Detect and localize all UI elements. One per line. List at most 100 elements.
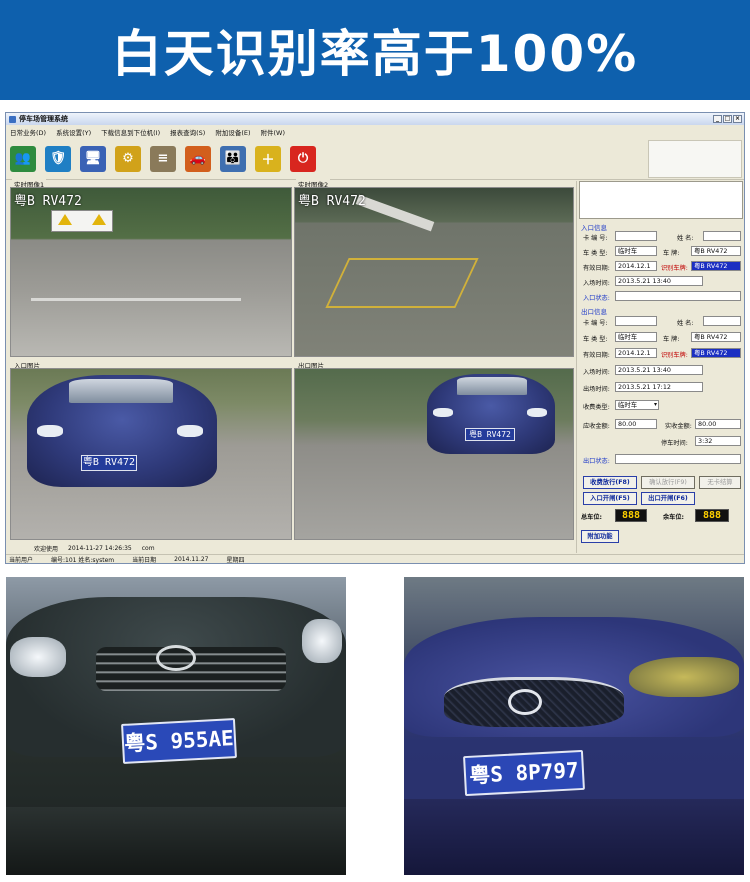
menu-download[interactable]: 下载信息到下位机(I) (101, 127, 160, 137)
promo-banner: 白天识别率高于100% (0, 0, 750, 100)
toyota-logo (156, 645, 196, 671)
parking-duration-field[interactable]: 3:32 (695, 436, 741, 446)
toolbar-blank-panel (648, 139, 742, 178)
entry-time-field[interactable]: 2013.5.21 13:40 (615, 276, 703, 286)
live-camera-2[interactable]: 粤B RV472 (294, 187, 574, 357)
exit-time-field[interactable]: 2013.5.21 17:12 (615, 382, 703, 392)
entry-name-label: 姓 名: (677, 235, 694, 242)
entry-open-gate-button[interactable]: 入口开闸(F5) (583, 492, 637, 505)
entry-recognized-plate-label: 识别车牌: (661, 265, 688, 272)
paid-amount-label: 实收金额: (665, 423, 692, 430)
entry-recognized-plate-field[interactable]: 粤B RV472 (691, 261, 741, 271)
close-button[interactable]: × (733, 115, 742, 123)
exit-name-label: 姓 名: (677, 320, 694, 327)
entry-card-no-label: 卡 编 号: (583, 235, 608, 242)
live-camera-1-plate: 粤B RV472 (14, 194, 82, 209)
entry-car-type-field[interactable]: 临时车 (615, 246, 657, 256)
entry-time-label: 入场时间: (583, 280, 610, 287)
right-headlight (302, 619, 342, 663)
fee-type-select[interactable]: 临时车 ▾ (615, 400, 659, 410)
current-user-label: 当前用户 (9, 556, 34, 564)
entry-image[interactable]: 粤B RV472 (10, 368, 292, 540)
due-amount-label: 应收金额: (583, 423, 610, 430)
exit-status-field[interactable] (615, 454, 741, 464)
left-headlight (10, 637, 66, 677)
exit-name-field[interactable] (703, 316, 741, 326)
entry-name-field[interactable] (703, 231, 741, 241)
exit-open-gate-button[interactable]: 出口开闸(F6) (641, 492, 695, 505)
monitor-icon[interactable]: 🖥 (80, 145, 106, 172)
exit-car-type-field[interactable]: 临时车 (615, 332, 657, 342)
toyota-photo: 粤S 955AE (6, 577, 346, 875)
exit-time-label: 出场时间: (583, 386, 610, 393)
entry-plate-field[interactable]: 粤B RV472 (691, 246, 741, 256)
status-bar-top: 欢迎使用 2014-11-27 14:26:35 com (6, 544, 576, 553)
entry-car: 粤B RV472 (27, 375, 217, 487)
welcome-text: 欢迎使用 (34, 546, 59, 553)
total-spaces-display: 888 (615, 509, 647, 522)
due-amount-field[interactable]: 80.00 (615, 419, 657, 429)
exit-car: 粤B RV472 (427, 374, 555, 454)
mazda-photo: 粤S 8P797 (404, 577, 744, 875)
exit-entry-time-field[interactable]: 2013.5.21 13:40 (615, 365, 703, 375)
exit-card-no-field[interactable] (615, 316, 657, 326)
entry-status-field[interactable] (615, 291, 741, 301)
menu-attachments[interactable]: 附件(W) (261, 127, 286, 137)
car-icon[interactable]: 🚗 (185, 145, 211, 172)
database-icon[interactable]: ≡ (150, 145, 176, 172)
title-bar: 停车场管理系统 _ □ × (6, 113, 744, 125)
status-bar-bottom: 当前用户 编号:101 姓名:system 当前日期 2014.11.27 星期… (6, 554, 744, 564)
entry-car-type-label: 车 类 型: (583, 250, 608, 257)
group-icon[interactable]: 👪 (220, 145, 246, 172)
no-card-checkout-button[interactable]: 无卡结算 (699, 476, 741, 489)
exit-card-no-label: 卡 编 号: (583, 320, 608, 327)
confirm-release-button[interactable]: 确认放行(F9) (641, 476, 695, 489)
app-icon (9, 115, 16, 123)
minimize-button[interactable]: _ (713, 115, 722, 123)
extra-functions-button[interactable]: 附加功能 (581, 530, 619, 543)
exit-recognized-plate-label: 识别车牌: (661, 352, 688, 359)
status-datetime: 2014-11-27 14:26:35 (68, 545, 132, 552)
gear-icon[interactable]: ⚙ (115, 145, 141, 172)
menu-reports[interactable]: 报表查询(S) (170, 127, 205, 137)
exit-entry-time-label: 入场时间: (583, 369, 610, 376)
free-spaces-display: 888 (695, 509, 729, 522)
exit-car-plate: 粤B RV472 (465, 428, 515, 441)
fee-type-value: 临时车 (618, 401, 638, 409)
entry-card-no-field[interactable] (615, 231, 657, 241)
current-weekday: 星期四 (226, 556, 245, 564)
mazda-logo (508, 689, 542, 715)
left-photo-plate: 粤S 955AE (121, 718, 237, 764)
entry-plate-label: 车 牌: (663, 250, 680, 257)
entry-valid-date-label: 有效日期: (583, 265, 610, 272)
current-date: 2014.11.27 (174, 555, 209, 563)
exit-valid-date-label: 有效日期: (583, 352, 610, 359)
message-box (579, 181, 743, 219)
power-icon[interactable]: ⏻ (290, 145, 316, 172)
paid-amount-field[interactable]: 80.00 (695, 419, 741, 429)
exit-valid-date-field[interactable]: 2014.12.1 (615, 348, 657, 358)
exit-car-type-label: 车 类 型: (583, 336, 608, 343)
exit-plate-field[interactable]: 粤B RV472 (691, 332, 741, 342)
free-spaces-label: 余车位: (663, 514, 685, 521)
add-chart-icon[interactable]: ＋ (255, 145, 281, 172)
charge-release-button[interactable]: 收费放行(F8) (583, 476, 637, 489)
menu-daily[interactable]: 日常业务(D) (10, 127, 46, 137)
fee-type-label: 收费类型: (583, 404, 610, 411)
menu-devices[interactable]: 附加设备(E) (215, 127, 250, 137)
live-camera-1[interactable]: 粤B RV472 (10, 187, 292, 357)
exit-status-label: 出口状态: (583, 458, 610, 465)
entry-car-plate: 粤B RV472 (81, 455, 137, 471)
status-port: com (141, 545, 155, 552)
chevron-down-icon: ▾ (653, 401, 657, 408)
maximize-button[interactable]: □ (723, 115, 732, 123)
live-camera-2-plate: 粤B RV472 (298, 194, 366, 209)
entry-valid-date-field[interactable]: 2014.12.1 (615, 261, 657, 271)
users-icon[interactable]: 👥 (10, 145, 36, 172)
exit-image[interactable]: 粤B RV472 (294, 368, 574, 540)
shield-icon[interactable]: 🛡 (45, 145, 71, 172)
menu-settings[interactable]: 系统设置(Y) (56, 127, 91, 137)
exit-recognized-plate-field[interactable]: 粤B RV472 (691, 348, 741, 358)
exit-info-title: 出口信息 (581, 308, 607, 316)
window-title: 停车场管理系统 (19, 115, 68, 123)
